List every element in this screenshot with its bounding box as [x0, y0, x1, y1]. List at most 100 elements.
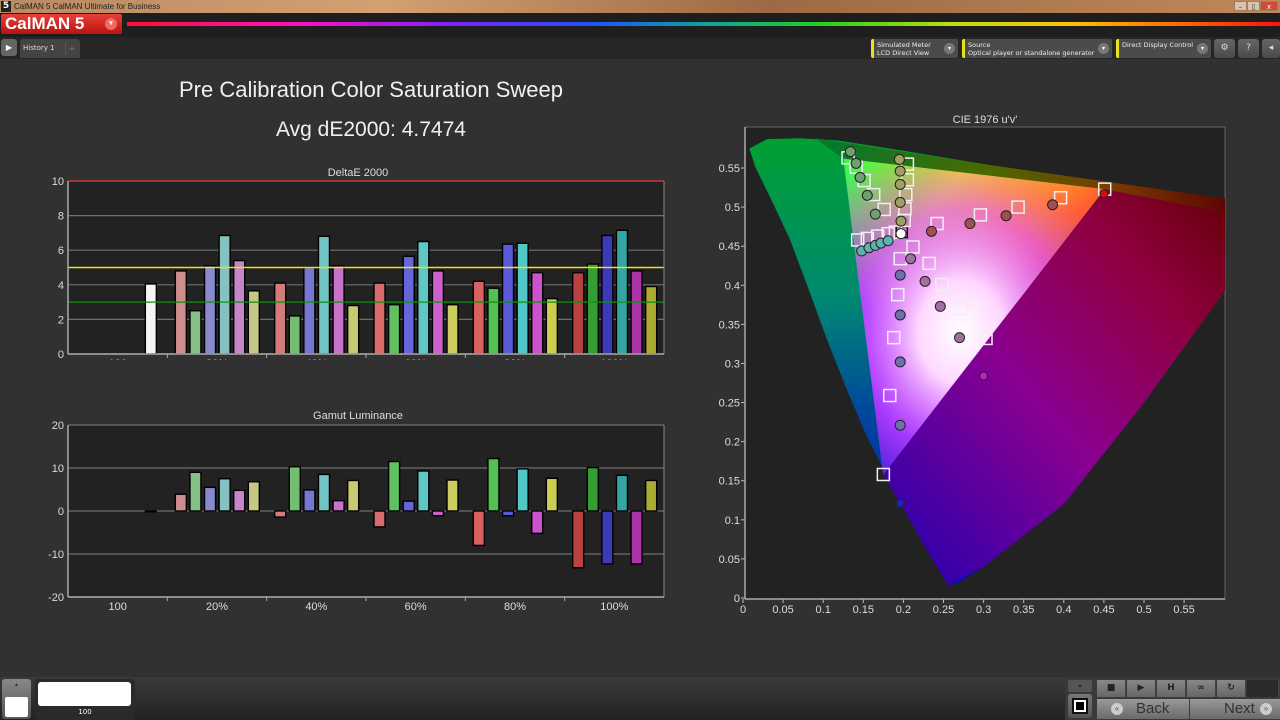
x-tick-label: 20%: [206, 358, 228, 360]
bar-red-40%: [273, 510, 287, 518]
calman-logo-menu[interactable]: CalMAN 5 ▾: [1, 14, 122, 34]
measured-point: [894, 165, 906, 177]
loop-button[interactable]: ∞: [1187, 680, 1216, 697]
avg-de-readout: Avg dE2000: 4.7474: [276, 118, 466, 141]
play-arrow-icon[interactable]: ▶: [1, 39, 17, 56]
bar-red-40%: [273, 282, 287, 355]
x-tick-label: 0.05: [772, 604, 793, 615]
expand-panel-button[interactable]: ◂: [1262, 39, 1280, 58]
y-tick-label: 0.15: [719, 476, 740, 488]
bar-yellow-40%: [346, 304, 360, 355]
measured-point: [869, 208, 881, 220]
bar-cyan-20%: [218, 478, 231, 512]
patch-thumbnail[interactable]: 100: [35, 679, 135, 720]
x-tick-label: 0.45: [1093, 604, 1114, 615]
stop-button[interactable]: ■: [1097, 680, 1126, 697]
bar-blue-40%: [303, 489, 316, 512]
tab-history-1[interactable]: History 1 +: [20, 39, 80, 58]
stop-measure-button[interactable]: [1068, 694, 1092, 718]
bar-yellow-100%: [644, 479, 658, 512]
y-tick-label: 0.4: [725, 280, 740, 292]
back-button[interactable]: « Back: [1097, 699, 1189, 719]
close-button[interactable]: x: [1260, 1, 1278, 11]
y-tick-label: 0.1: [725, 515, 740, 527]
x-tick-label: 0.1: [816, 604, 831, 615]
x-tick-label: 0.2: [896, 604, 911, 615]
bar-cyan-60%: [417, 240, 430, 355]
next-button[interactable]: Next »: [1190, 699, 1280, 719]
refresh-icon: ↻: [1227, 683, 1235, 693]
y-tick-label: 0.2: [725, 437, 740, 449]
patch-panel-toggle[interactable]: ▴: [2, 679, 31, 719]
measured-point: [1099, 189, 1109, 199]
hold-button[interactable]: H: [1157, 680, 1186, 697]
source-selector[interactable]: Source Optical player or standalone gene…: [962, 39, 1112, 58]
bar-red-80%: [472, 280, 486, 355]
bar-red-20%: [174, 270, 188, 355]
help-button[interactable]: ?: [1238, 39, 1259, 58]
display-control-selector[interactable]: Direct Display Control ▾: [1116, 39, 1211, 58]
chevron-down-icon: ▾: [1197, 43, 1208, 54]
bar-magenta-80%: [531, 271, 544, 355]
bar-blue-100%: [601, 234, 614, 355]
bar-magenta-20%: [233, 489, 246, 512]
bar-yellow-60%: [446, 479, 459, 512]
source-label: Source: [968, 41, 991, 49]
y-tick-label: 0.3: [725, 358, 740, 370]
bar-yellow-40%: [346, 479, 360, 512]
bar-cyan-20%: [218, 234, 231, 355]
bar-magenta-40%: [332, 265, 345, 355]
measured-point: [934, 300, 946, 312]
bar-blue-40%: [303, 266, 316, 355]
bar-red-100%: [571, 271, 585, 355]
loop-icon: ∞: [1197, 683, 1205, 693]
x-tick-label: 80%: [504, 601, 526, 610]
measured-point: [894, 178, 906, 190]
bar-cyan-60%: [417, 470, 430, 512]
x-tick-label: 80%: [504, 358, 526, 360]
chevron-left-icon: ◂: [1268, 43, 1274, 53]
maximize-button[interactable]: ▯: [1247, 1, 1260, 11]
bar-magenta-60%: [431, 270, 445, 355]
measured-point: [964, 218, 976, 230]
bar-blue-60%: [402, 255, 415, 355]
x-tick-label: 40%: [305, 601, 327, 610]
bar-magenta-100%: [630, 270, 643, 355]
chevron-down-icon: ▾: [1098, 43, 1109, 54]
chevron-up-icon[interactable]: ▴: [1068, 680, 1092, 692]
bar-yellow-60%: [446, 303, 459, 355]
x-tick-label: 0: [740, 604, 746, 615]
bar-green-40%: [288, 466, 301, 512]
y-tick-label: 0.45: [719, 241, 740, 253]
play-icon: ▶: [1137, 683, 1145, 693]
minimize-button[interactable]: –: [1234, 1, 1247, 11]
current-color-swatch: [5, 697, 28, 717]
bar-magenta-20%: [233, 259, 246, 355]
deltae-chart: DeltaE 2000 0 2 4 6 8 10 100 20% 40% 60% 80% 100%: [52, 167, 665, 360]
bar-green-80%: [487, 457, 500, 512]
stop-icon: [1072, 698, 1088, 714]
bar-yellow-20%: [247, 290, 261, 355]
cie-chart-title: CIE 1976 u'v': [953, 114, 1018, 126]
bar-cyan-100%: [615, 229, 629, 355]
refresh-button[interactable]: ↻: [1217, 680, 1246, 697]
measured-point: [895, 228, 907, 240]
measured-point: [844, 146, 856, 158]
cie-uv-chart: CIE 1976 u'v' 0 0.05 0.1 0.15 0.2 0.25 0.3 0.35…: [719, 114, 1226, 615]
play-button[interactable]: ▶: [1127, 680, 1156, 697]
bar-cyan-80%: [516, 468, 529, 512]
luminance-chart-title: Gamut Luminance: [313, 410, 403, 422]
bar-yellow-80%: [545, 477, 559, 512]
bar-white-100: [144, 283, 158, 355]
meter-selector[interactable]: Simulated Meter LCD Direct View ▾: [871, 39, 958, 58]
bar-green-60%: [387, 303, 401, 355]
add-tab-button[interactable]: +: [65, 42, 78, 55]
x-tick-label: 40%: [305, 358, 327, 360]
x-tick-label: 0.55: [1173, 604, 1194, 615]
measured-point: [854, 171, 866, 183]
y-tick-label: 0: [58, 349, 64, 360]
chevron-double-left-icon: «: [1111, 703, 1123, 715]
settings-button[interactable]: ⚙: [1214, 39, 1235, 58]
window-title: CalMAN 5 CalMAN Ultimate for Business: [14, 2, 161, 11]
bar-blue-20%: [203, 265, 217, 355]
